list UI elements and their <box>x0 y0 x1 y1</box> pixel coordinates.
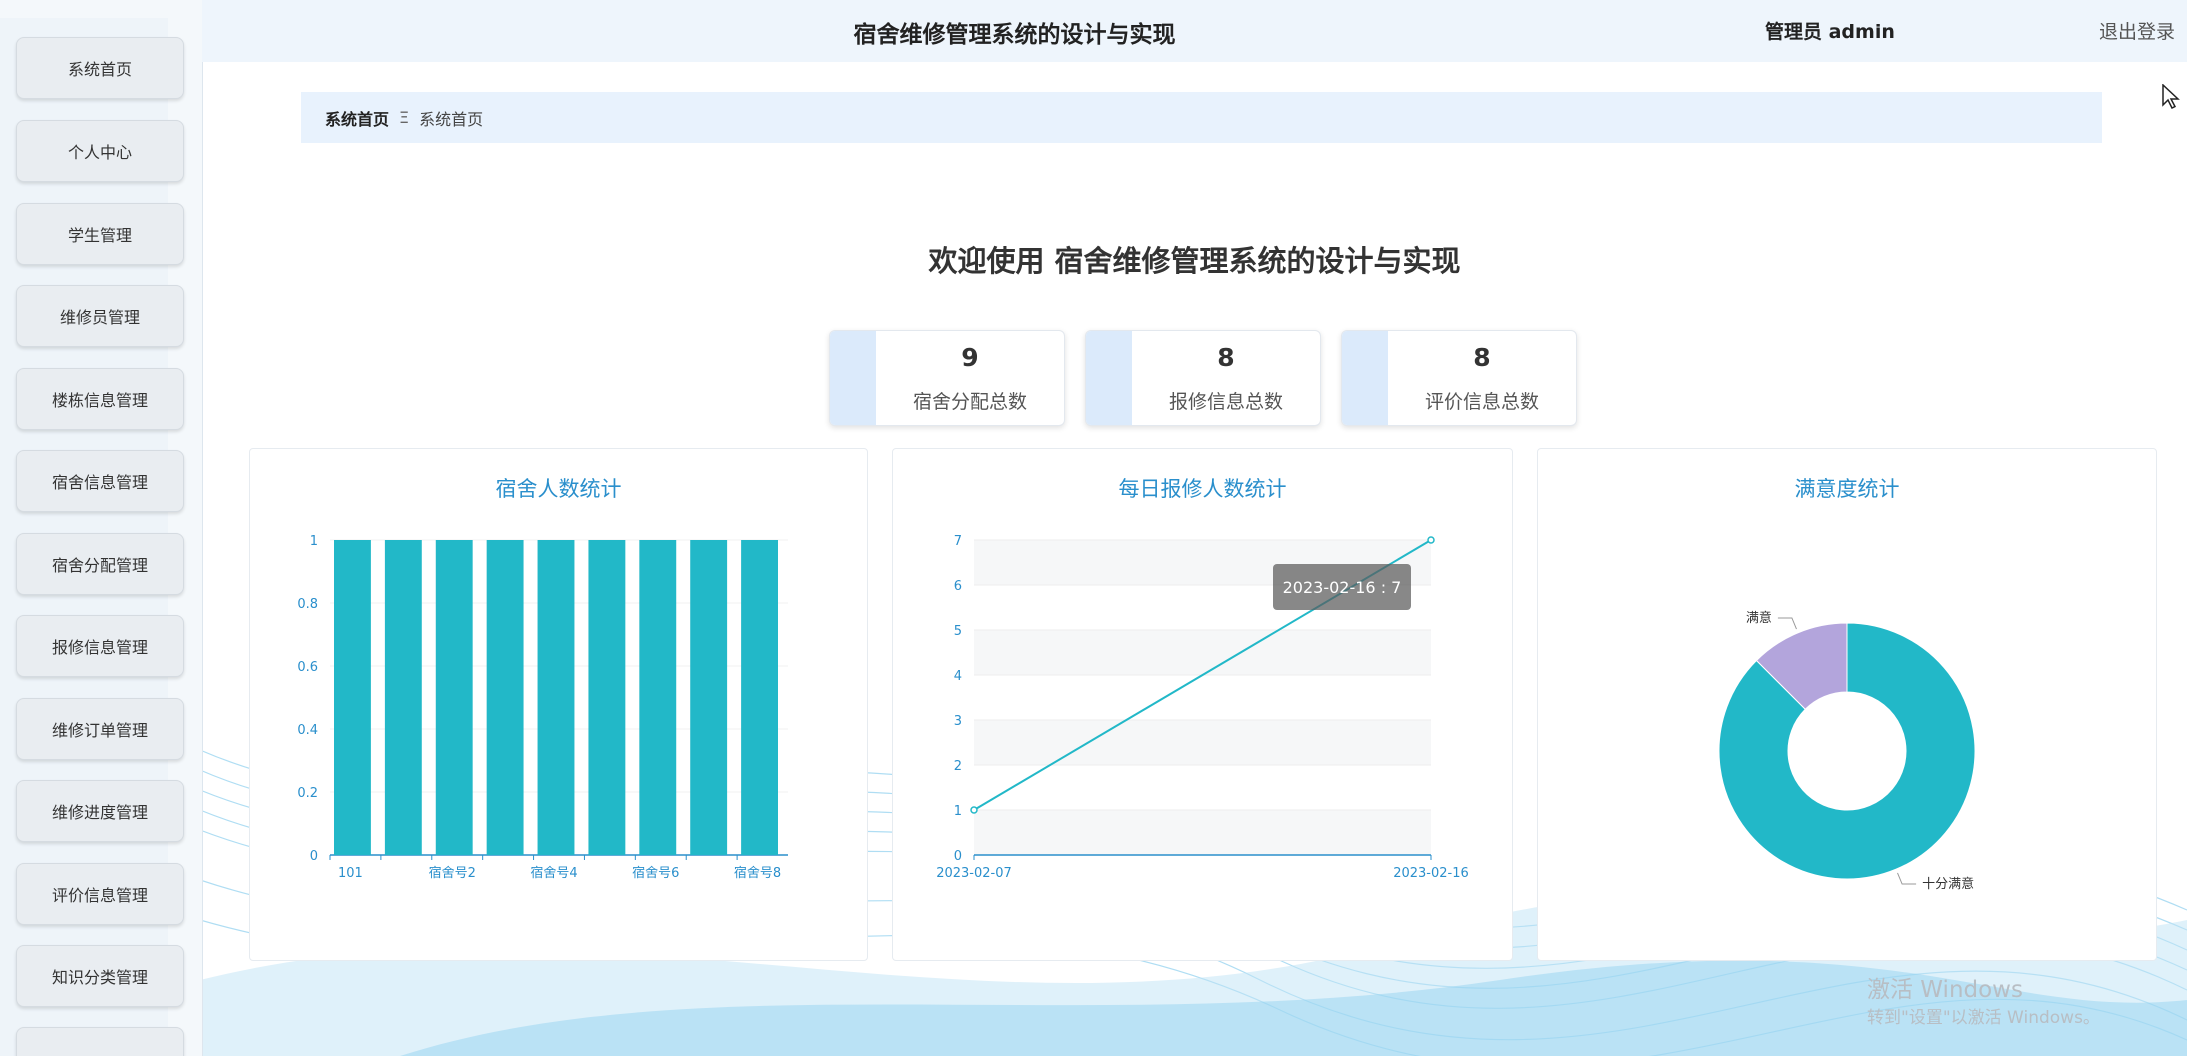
y-tick-label: 7 <box>954 534 962 549</box>
bar <box>334 540 371 855</box>
x-tick-label: 宿舍号4 <box>530 865 577 881</box>
data-point <box>1427 536 1435 544</box>
pie-label: 十分满意 <box>1922 876 1974 892</box>
windows-activation-watermark: 激活 Windows <box>1867 977 2023 1003</box>
windows-activation-hint: 转到"设置"以激活 Windows。 <box>1867 1008 2100 1028</box>
bar <box>588 540 626 855</box>
stat-value: 8 <box>1217 343 1235 372</box>
pie-label-line <box>1897 872 1917 885</box>
y-tick-label: 4 <box>954 669 962 684</box>
x-tick-label: 宿舍号6 <box>632 865 679 881</box>
y-tick-label: 0.8 <box>297 597 318 612</box>
bar <box>741 540 778 855</box>
pie-chart: 十分满意 满意 <box>1718 610 1976 892</box>
stat-label: 评价信息总数 <box>1424 391 1539 413</box>
pie-label-line <box>1777 617 1797 630</box>
sidebar-item-student-management[interactable]: 学生管理 <box>16 203 184 265</box>
y-tick-label: 1 <box>310 534 318 549</box>
current-user: 管理员 admin <box>1765 21 1895 43</box>
x-tick-label: 2023-02-16 <box>1393 866 1469 881</box>
y-tick-label: 5 <box>954 624 962 639</box>
bar <box>384 540 422 855</box>
y-tick-label: 0 <box>310 849 318 864</box>
grid-band <box>974 810 1431 855</box>
panel-satisfaction: 满意度统计 十分满意 满意 <box>1537 448 2157 961</box>
bar-chart: 0 0.2 0.4 0.6 0.8 1 101 宿舍号2 宿舍号4 宿舍号6 宿舍号8 <box>297 534 788 881</box>
stat-card-evaluation: 8 评价信息总数 <box>1341 330 1577 426</box>
sidebar-item-dorm-allocation[interactable]: 宿舍分配管理 <box>16 533 184 595</box>
panel-daily-repairs: 每日报修人数统计 0 1 2 3 4 5 6 7 2023-02-07 2023-02-16 202… <box>892 448 1513 961</box>
grid-band <box>974 630 1431 675</box>
sidebar: 系统首页 个人中心 学生管理 维修员管理 楼栋信息管理 宿舍信息管理 宿舍分配管… <box>0 0 203 1056</box>
y-tick-label: 0 <box>954 849 962 864</box>
welcome-heading: 欢迎使用 宿舍维修管理系统的设计与实现 <box>928 244 1461 278</box>
stat-card-dorm-allocation: 9 宿舍分配总数 <box>829 330 1065 426</box>
tooltip-text: 2023-02-16 : 7 <box>1283 578 1402 597</box>
stat-card-accent <box>830 331 876 425</box>
x-tick-label: 宿舍号8 <box>734 865 781 881</box>
stat-card-accent <box>1342 331 1388 425</box>
stat-label: 报修信息总数 <box>1168 391 1283 413</box>
sidebar-item-knowledge-category[interactable]: 知识分类管理 <box>16 945 184 1007</box>
data-point <box>970 806 978 814</box>
grid-band <box>974 720 1431 765</box>
bar <box>486 540 524 855</box>
y-tick-label: 1 <box>954 804 962 819</box>
panel-dorm-occupancy: 宿舍人数统计 0 0.2 0.4 0.6 0.8 1 101 宿舍号2 宿舍号4 宿舍号6 宿舍号8 <box>249 448 868 961</box>
sidebar-item-dorm-management[interactable]: 宿舍信息管理 <box>16 450 184 512</box>
x-tick-label: 2023-02-07 <box>936 866 1012 881</box>
stat-label: 宿舍分配总数 <box>912 391 1027 413</box>
y-tick-label: 6 <box>954 579 962 594</box>
sidebar-item-repair-info[interactable]: 报修信息管理 <box>16 615 184 677</box>
bar <box>435 540 473 855</box>
bar <box>690 540 728 855</box>
mouse-cursor-icon <box>2162 84 2180 110</box>
line-chart: 0 1 2 3 4 5 6 7 2023-02-07 2023-02-16 2023-02-16 :… <box>936 534 1469 881</box>
bar <box>639 540 677 855</box>
app-title: 宿舍维修管理系统的设计与实现 <box>853 22 1176 48</box>
bar <box>537 540 575 855</box>
breadcrumb-home[interactable]: 系统首页 <box>325 106 389 130</box>
x-tick-label: 101 <box>338 866 363 881</box>
chart-tooltip: 2023-02-16 : 7 <box>1273 564 1411 610</box>
y-tick-label: 3 <box>954 714 962 729</box>
y-tick-label: 0.4 <box>297 723 318 738</box>
sidebar-item-repair-orders[interactable]: 维修订单管理 <box>16 698 184 760</box>
sidebar-item-repairman-management[interactable]: 维修员管理 <box>16 285 184 347</box>
stat-card-accent <box>1086 331 1132 425</box>
sidebar-item-home[interactable]: 系统首页 <box>16 37 184 99</box>
breadcrumb: 系统首页 Ξ 系统首页 <box>301 92 2102 143</box>
sidebar-item-more[interactable] <box>16 1027 184 1056</box>
y-tick-label: 0.2 <box>297 786 318 801</box>
x-tick-label: 宿舍号2 <box>429 865 476 881</box>
stat-card-repair-info: 8 报修信息总数 <box>1085 330 1321 426</box>
y-tick-label: 2 <box>954 759 962 774</box>
logout-link[interactable]: 退出登录 <box>2099 17 2175 44</box>
sidebar-item-evaluation[interactable]: 评价信息管理 <box>16 863 184 925</box>
y-tick-label: 0.6 <box>297 660 318 675</box>
pie-label: 满意 <box>1746 610 1772 626</box>
sidebar-item-building-management[interactable]: 楼栋信息管理 <box>16 368 184 430</box>
stat-value: 8 <box>1473 343 1491 372</box>
sidebar-item-personal-center[interactable]: 个人中心 <box>16 120 184 182</box>
stat-value: 9 <box>961 343 979 372</box>
sidebar-item-repair-progress[interactable]: 维修进度管理 <box>16 780 184 842</box>
breadcrumb-current: 系统首页 <box>419 109 484 129</box>
breadcrumb-separator-icon: Ξ <box>399 108 410 127</box>
